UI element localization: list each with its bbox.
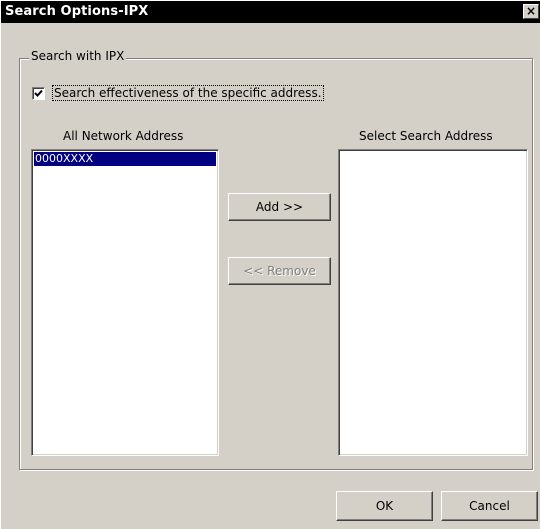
add-button[interactable]: Add >> bbox=[228, 193, 331, 221]
search-effectiveness-label[interactable]: Search effectiveness of the specific add… bbox=[52, 85, 324, 101]
cancel-button[interactable]: Cancel bbox=[441, 491, 538, 521]
window-title: Search Options-IPX bbox=[5, 4, 149, 19]
select-search-address-label: Select Search Address bbox=[359, 129, 493, 143]
ok-button[interactable]: OK bbox=[336, 491, 433, 521]
all-network-address-list[interactable]: 0000XXXX bbox=[31, 149, 219, 456]
select-search-address-list[interactable] bbox=[338, 149, 528, 456]
remove-button[interactable]: << Remove bbox=[228, 257, 331, 285]
group-legend: Search with IPX bbox=[29, 49, 127, 63]
search-options-dialog: Search Options-IPX × Search with IPX Sea… bbox=[0, 0, 540, 529]
all-network-address-label: All Network Address bbox=[63, 129, 184, 143]
close-button[interactable]: × bbox=[523, 4, 539, 19]
close-icon: × bbox=[525, 4, 537, 18]
list-item[interactable]: 0000XXXX bbox=[34, 152, 216, 166]
title-bar[interactable]: Search Options-IPX × bbox=[1, 1, 540, 23]
search-effectiveness-checkbox[interactable] bbox=[32, 87, 45, 100]
checkmark-icon bbox=[34, 89, 43, 97]
